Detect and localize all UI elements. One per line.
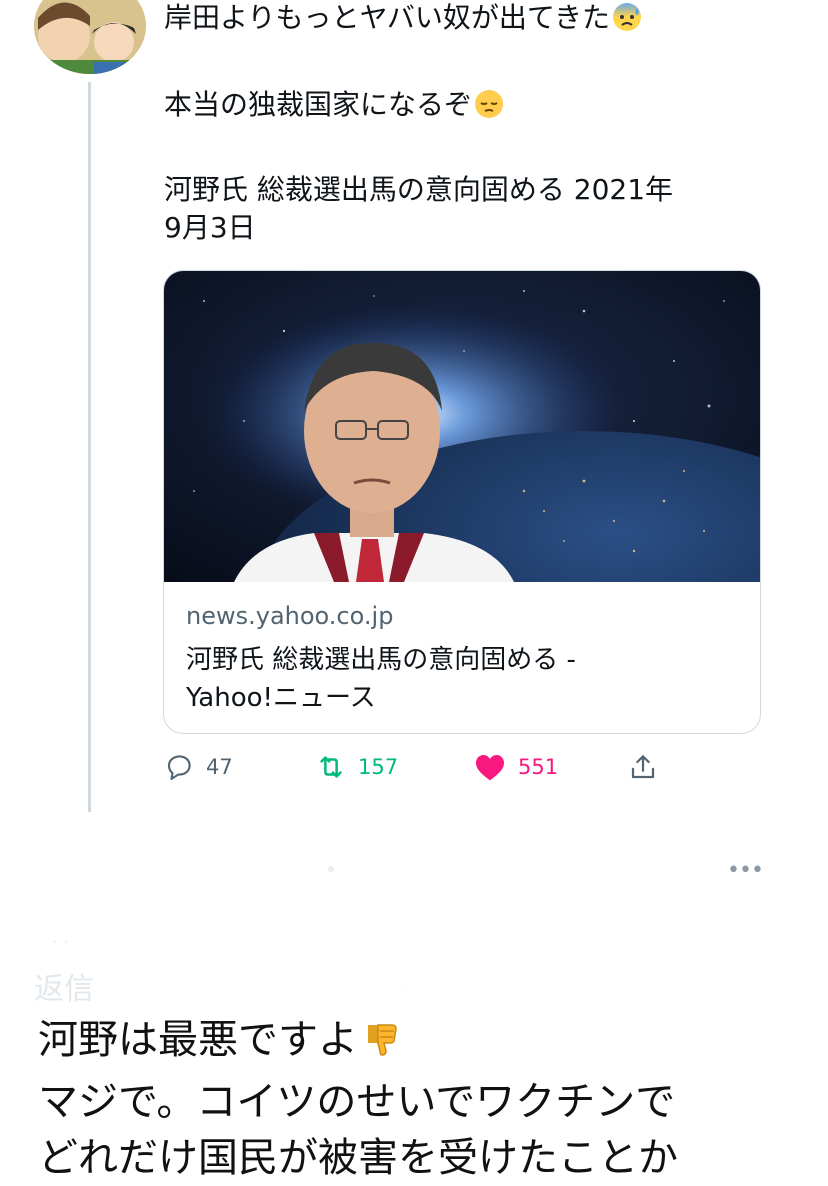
share-icon: [628, 752, 658, 782]
tweet-actions: 47 157 551: [0, 752, 828, 786]
link-preview-card[interactable]: news.yahoo.co.jp 河野氏 総裁選出馬の意向固める - Yahoo!…: [163, 270, 761, 734]
tweet-line3a-text: 河野氏 総裁選出馬の意向固める 2021年: [164, 173, 674, 206]
pensive-face-icon: [474, 89, 504, 119]
reply-button[interactable]: 47: [164, 752, 233, 782]
more-options-icon[interactable]: •••: [727, 858, 764, 883]
faint-decoration-2: ·: [400, 980, 405, 996]
like-count: 551: [518, 755, 559, 779]
avatar[interactable]: [34, 0, 146, 74]
overlay-line3: どれだけ国民が被害を受けたことか: [38, 1135, 678, 1181]
overlay-caption: 河野は最悪ですよマジで。コイツのせいでワクチンで どれだけ国民が被害を受けたことか: [38, 1012, 818, 1186]
tweet-line2-text: 本当の独裁国家になるぞ: [164, 88, 473, 121]
tweet-text-line3: 河野氏 総裁選出馬の意向固める 2021年 9月3日: [164, 171, 784, 247]
card-image: [164, 271, 760, 582]
thumbs-down-icon: [362, 1018, 402, 1074]
faint-decoration: · ·: [52, 932, 70, 953]
avatar-illustration: [34, 0, 146, 74]
thread-line: [88, 82, 91, 812]
card-title-line1: 河野氏 総裁選出馬の意向固める -: [186, 645, 576, 675]
reply-count: 47: [206, 755, 233, 779]
card-title[interactable]: 河野氏 総裁選出馬の意向固める - Yahoo!ニュース: [186, 641, 726, 717]
ghost-reply-label: 返信: [34, 972, 94, 1007]
like-button[interactable]: 551: [474, 752, 558, 782]
share-button[interactable]: [628, 752, 658, 782]
retweet-icon: [316, 752, 346, 782]
faint-dot: [328, 866, 334, 872]
anxious-face-with-sweat-icon: [612, 2, 642, 32]
reply-icon: [164, 752, 194, 782]
tweet-text-line1: 岸田よりもっとヤバい奴が出てきた: [164, 0, 784, 37]
overlay-line1: 河野は最悪ですよ: [38, 1017, 358, 1063]
heart-icon: [474, 752, 506, 782]
retweet-button[interactable]: 157: [316, 752, 398, 782]
overlay-line2: マジで。コイツのせいでワクチンで: [38, 1079, 676, 1125]
tweet-line1-text: 岸田よりもっとヤバい奴が出てきた: [164, 1, 611, 34]
card-domain: news.yahoo.co.jp: [186, 602, 394, 630]
card-title-line2: Yahoo!ニュース: [186, 683, 376, 713]
retweet-count: 157: [358, 755, 399, 779]
tweet-line3b-text: 9月3日: [164, 211, 256, 244]
tweet-text-line2: 本当の独裁国家になるぞ: [164, 86, 784, 124]
